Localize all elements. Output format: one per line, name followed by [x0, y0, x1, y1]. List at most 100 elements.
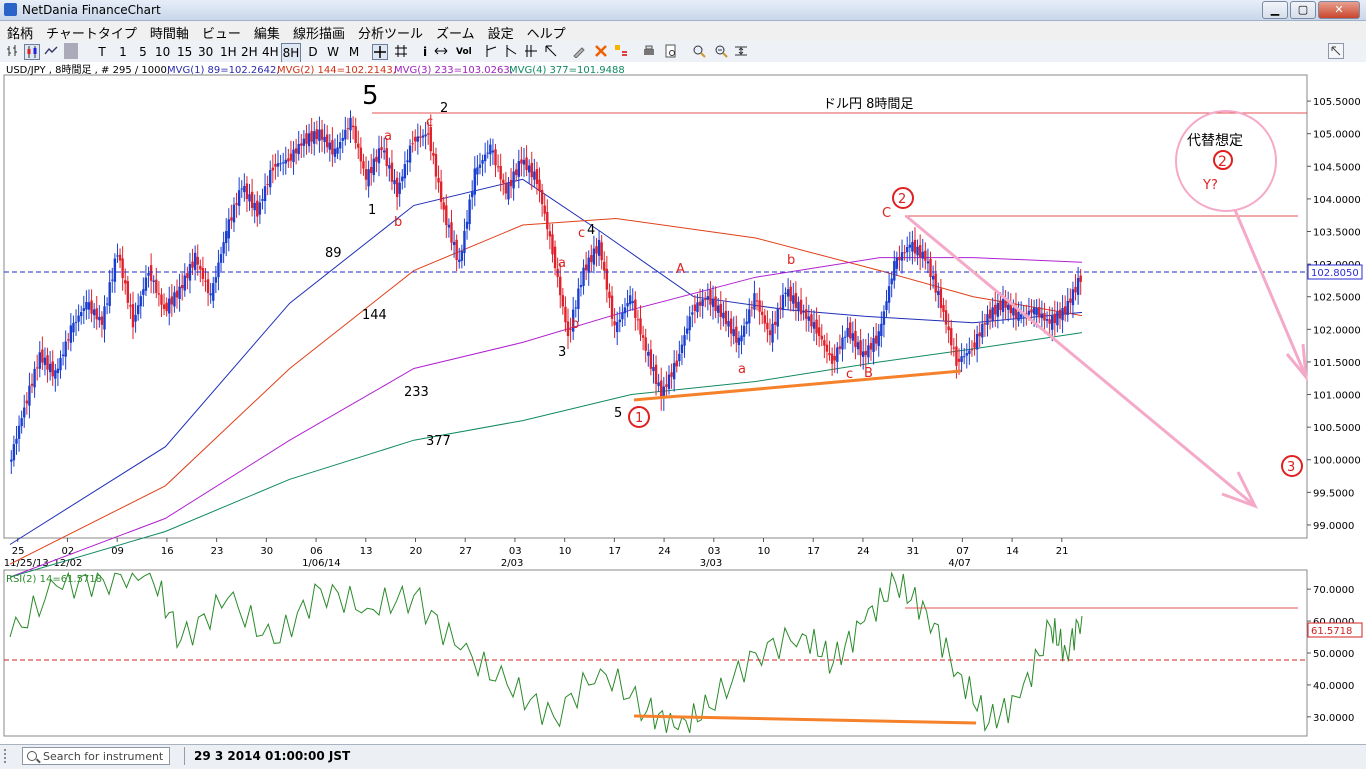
candle-body	[473, 168, 476, 195]
period-4H[interactable]: 4H	[262, 43, 279, 61]
wave2-label: 2	[898, 192, 906, 207]
volume-icon[interactable]: Vol	[456, 43, 472, 61]
candle-body	[546, 212, 549, 230]
zoom-in-icon[interactable]	[692, 44, 706, 58]
candle-body	[129, 305, 132, 307]
candle-body	[362, 161, 365, 169]
cursor2-icon[interactable]	[504, 44, 518, 58]
candle-body	[10, 459, 13, 462]
candle-body	[913, 239, 917, 254]
expand-icon[interactable]	[1328, 43, 1344, 59]
cursor-datetime: 29 3 2014 01:00:00 JST	[194, 749, 351, 763]
delete-icon[interactable]	[594, 44, 608, 58]
arrows-icon[interactable]	[434, 44, 448, 58]
candle-body	[219, 254, 223, 263]
period-1[interactable]: 1	[116, 43, 130, 61]
menu-zoom[interactable]: ズーム	[429, 21, 481, 42]
candle-body	[1045, 319, 1049, 321]
candle-body	[471, 192, 474, 198]
period-M[interactable]: M	[347, 43, 361, 61]
cursor-icon[interactable]	[484, 44, 498, 58]
chart-area[interactable]: USD/JPY , 8時間足 , # 295 / 1000, MVG(1) 89…	[0, 62, 1366, 744]
candle-body	[35, 367, 39, 369]
preview-icon[interactable]	[664, 44, 678, 58]
period-8H[interactable]: 8H	[281, 43, 301, 63]
time-tick-label: 10	[758, 546, 771, 557]
candle-body	[631, 301, 634, 304]
candle-body	[80, 312, 83, 317]
candle-body	[722, 312, 725, 319]
wave-label-5-major: 5	[362, 81, 379, 111]
candle-body	[333, 148, 337, 157]
candle-body	[955, 346, 958, 366]
candle-body	[452, 242, 456, 246]
candle-body	[468, 199, 471, 225]
candle-body	[701, 299, 704, 307]
time-tick-label: 10	[559, 546, 572, 557]
properties-icon[interactable]	[614, 44, 628, 58]
candle-body	[1074, 286, 1077, 293]
menu-settings[interactable]: 設定	[481, 21, 520, 42]
menu-view[interactable]: ビュー	[195, 21, 247, 42]
candle-body	[732, 329, 735, 337]
candle-body	[331, 140, 334, 155]
zoom-fit-icon[interactable]	[734, 44, 748, 58]
period-T[interactable]: T	[95, 43, 109, 61]
menu-timeframe[interactable]: 時間軸	[143, 21, 195, 42]
candle-body	[543, 205, 546, 214]
menu-drawing[interactable]: 線形描画	[286, 21, 351, 42]
grid-icon[interactable]	[394, 44, 408, 58]
search-input[interactable]: Search for instrument	[22, 747, 170, 765]
menu-symbol[interactable]: 銘柄	[0, 21, 39, 42]
candle-body	[354, 126, 357, 144]
info-icon[interactable]: i	[418, 43, 432, 61]
cursor3-icon[interactable]	[524, 44, 538, 58]
zoom-out-icon[interactable]	[714, 44, 728, 58]
period-30[interactable]: 30	[198, 43, 213, 61]
period-2H[interactable]: 2H	[241, 43, 258, 61]
candle-body	[302, 138, 306, 146]
candle-body	[520, 159, 523, 164]
ma233-label: 233	[404, 385, 429, 400]
menu-analysis[interactable]: 分析ツール	[351, 21, 429, 42]
maximize-button[interactable]: ▢	[1290, 1, 1316, 19]
candle-body	[206, 279, 210, 294]
cursor4-icon[interactable]	[544, 44, 558, 58]
period-15[interactable]: 15	[177, 43, 192, 61]
candle-body	[1019, 314, 1023, 318]
candle-body	[416, 136, 420, 142]
candle-icon[interactable]	[24, 44, 40, 60]
period-W[interactable]: W	[326, 43, 340, 61]
period-5[interactable]: 5	[136, 43, 150, 61]
grip-handle[interactable]	[4, 749, 16, 763]
candle-body	[812, 322, 816, 329]
line-chart-icon[interactable]	[44, 44, 58, 58]
candle-body	[714, 296, 717, 311]
candle-body	[266, 184, 269, 186]
candle-body	[395, 177, 399, 198]
print-icon[interactable]	[642, 44, 656, 58]
candle-body	[628, 295, 632, 305]
menu-help[interactable]: ヘルプ	[520, 21, 572, 42]
price-chart[interactable]: USD/JPY , 8時間足 , # 295 / 1000, MVG(1) 89…	[0, 62, 1366, 744]
candle-body	[942, 305, 945, 312]
candle-body	[649, 349, 653, 369]
close-button[interactable]: ✕	[1318, 1, 1360, 19]
period-D[interactable]: D	[306, 43, 320, 61]
candle-body	[817, 327, 821, 337]
menu-edit[interactable]: 編集	[247, 21, 286, 42]
period-10[interactable]: 10	[155, 43, 170, 61]
candle-body	[193, 252, 197, 271]
bar-chart-icon[interactable]	[6, 44, 20, 58]
period-1H[interactable]: 1H	[220, 43, 237, 61]
crosshair-icon[interactable]	[372, 44, 388, 60]
candle-body	[859, 340, 862, 356]
candle-body	[988, 309, 992, 319]
minimize-button[interactable]: ▁	[1262, 1, 1288, 19]
price-tick-label: 102.5000	[1313, 293, 1361, 304]
candle-body	[745, 321, 748, 325]
menu-chart-type[interactable]: チャートタイプ	[39, 21, 143, 42]
candle-body	[450, 222, 453, 243]
candle-body	[706, 296, 710, 300]
pencil-icon[interactable]	[572, 44, 586, 58]
